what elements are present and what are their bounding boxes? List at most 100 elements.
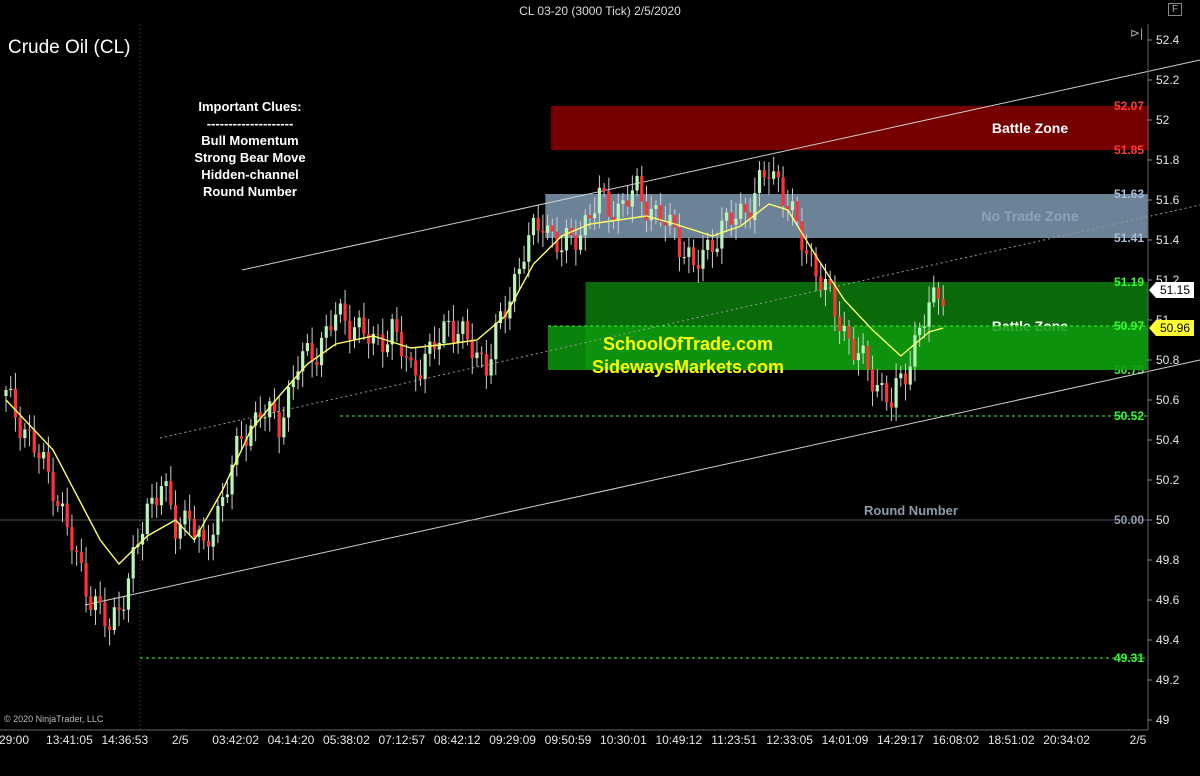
candle-body [899, 373, 903, 379]
candle-body [32, 430, 36, 453]
candle-body [574, 235, 578, 250]
time-tick-label: 12:33:05 [766, 733, 813, 747]
candle [352, 316, 357, 349]
candle [23, 422, 27, 448]
price-tick-label: 51.4 [1156, 233, 1180, 247]
time-tick-label: 2/5 [1130, 733, 1147, 747]
candle-body [762, 170, 766, 178]
candle-body [112, 607, 116, 631]
candle-body [663, 221, 667, 226]
candle [254, 401, 258, 442]
candle-body [720, 220, 724, 249]
candle-body [875, 384, 879, 392]
time-tick-label: 08:42:12 [434, 733, 481, 747]
candle [489, 343, 493, 384]
time-tick-label: 03:42:02 [212, 733, 259, 747]
candle-body [315, 361, 319, 366]
candle-body [324, 326, 328, 338]
candle-body [687, 247, 691, 258]
candle [249, 419, 253, 451]
clue-line: Strong Bear Move [194, 150, 305, 165]
price-chart[interactable]: 52.07 51.85 Battle Zone 51.63 51.41 No Trade … [0, 0, 1200, 776]
candle-body [541, 230, 545, 233]
candle-body [894, 378, 898, 408]
candle [423, 344, 427, 394]
zone-label: No Trade Zone [981, 208, 1078, 224]
price-tick-label: 50 [1156, 513, 1170, 527]
time-tick-label: 14:36:53 [101, 733, 148, 747]
candle-body [239, 436, 244, 439]
candle-body [809, 253, 813, 255]
candle [230, 455, 234, 510]
candle-body [451, 320, 456, 343]
candle-body [527, 235, 531, 262]
candle-body [941, 299, 945, 307]
candle-body [729, 212, 733, 225]
candle-body [635, 175, 639, 191]
candle-body [395, 319, 399, 333]
candle-body [673, 214, 677, 228]
candle-body [13, 388, 18, 418]
candle-body [677, 227, 682, 258]
price-marker: 50.96 [1149, 320, 1194, 336]
round-number-label: Round Number [864, 503, 958, 518]
candle-body [18, 417, 22, 439]
candle [277, 395, 281, 454]
candle [159, 476, 164, 515]
candle-body [221, 497, 225, 506]
candle-body [409, 357, 413, 361]
candle-body [362, 317, 366, 335]
candle [188, 494, 192, 534]
candle-body [588, 215, 592, 219]
candle-body [37, 452, 41, 459]
candle-body [27, 429, 32, 431]
candle-body [861, 345, 865, 354]
candle [395, 307, 399, 342]
candle-body [644, 201, 649, 221]
candle [216, 499, 220, 544]
candle [98, 581, 102, 615]
candle-body [93, 596, 98, 611]
candle-body [564, 227, 569, 251]
candle-body [908, 366, 912, 385]
candle [465, 308, 470, 346]
candle [112, 597, 116, 635]
candle-body [795, 201, 799, 222]
price-marker-label: 50.96 [1160, 321, 1190, 335]
candle-body [536, 217, 540, 231]
candle [517, 257, 521, 290]
candle-body [282, 417, 286, 438]
candle-body [202, 529, 206, 541]
candle-body [84, 563, 88, 597]
candle [687, 237, 691, 274]
candle [522, 245, 526, 274]
time-tick-label: 05:38:02 [323, 733, 370, 747]
candle [682, 241, 686, 265]
candle-body [757, 170, 762, 194]
candle-body [913, 335, 917, 367]
candle-body [531, 217, 536, 236]
price-tick-label: 51.6 [1156, 193, 1180, 207]
price-tick-label: 49.8 [1156, 553, 1180, 567]
candle [932, 275, 936, 308]
level-label: 49.31 [1114, 651, 1144, 665]
time-tick-label: 18:51:02 [988, 733, 1035, 747]
clue-line: Bull Momentum [201, 133, 299, 148]
candle [513, 267, 517, 313]
candle [480, 346, 484, 368]
price-marker: 51.15 [1149, 282, 1194, 298]
candle [362, 302, 366, 340]
candle-body [263, 417, 267, 419]
zone-top-label: 51.19 [1114, 275, 1144, 289]
site-label: SchoolOfTrade.com [603, 334, 773, 354]
candle-body [767, 177, 771, 179]
time-tick-label: 2/5 [172, 733, 189, 747]
price-tick-label: 50.2 [1156, 473, 1180, 487]
price-marker-label: 51.15 [1160, 283, 1190, 297]
price-axis: 52.452.25251.851.651.451.25150.850.650.4… [1147, 24, 1194, 730]
candle [409, 352, 413, 368]
candle-body [597, 187, 602, 214]
candle-body [480, 352, 484, 355]
candle [691, 239, 696, 273]
candle-body [461, 321, 465, 334]
